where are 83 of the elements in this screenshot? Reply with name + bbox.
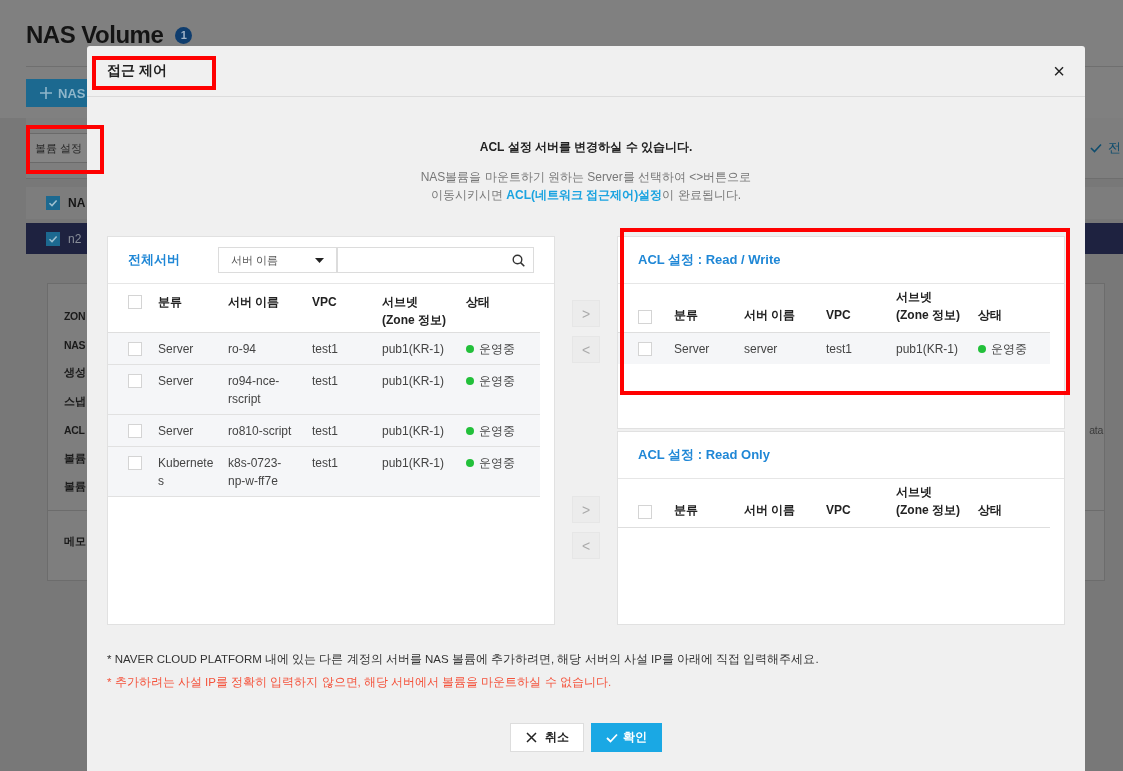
checkbox[interactable] (46, 231, 60, 246)
column-header: 분류 (674, 502, 699, 519)
filter-dropdown[interactable]: 서버 이름 (218, 247, 337, 273)
table-cell: test1 (312, 342, 338, 356)
column-header: 상태 (978, 502, 1003, 519)
toolbar-link[interactable]: 전 (1108, 139, 1121, 157)
column-header: 서브넷 (Zone 정보) (896, 484, 961, 519)
column-header: VPC (826, 307, 852, 324)
confirm-button[interactable]: 확인 (591, 723, 662, 752)
check-icon (48, 198, 58, 208)
note-text: * NAVER CLOUD PLATFORM 내에 있는 다른 계정의 서버를 NAS 볼륨에 추가하려면, 해당 서버의 사설 IP를 아래에 직접 입력해주세요. (107, 653, 819, 665)
table-cell: pub1(KR-1) (382, 456, 445, 470)
panel-title: ACL 설정 : Read Only (638, 446, 770, 464)
table-cell: Kubernetes (158, 456, 214, 488)
note-text: * 추가하려는 사설 IP를 정확히 입력하지 않으면, 해당 서버에서 볼륨을 마운트하실 수 없습니다. (107, 676, 612, 688)
move-button[interactable]: > (572, 300, 600, 327)
table-cell: server (744, 342, 778, 356)
column-header: 서브넷 (Zone 정보) (896, 289, 961, 324)
table-cell: test1 (312, 374, 338, 388)
table-cell: pub1(KR-1) (896, 342, 959, 356)
dialog-heading: ACL 설정 서버를 변경하실 수 있습니다. (479, 140, 693, 154)
status-text: 운영중 (479, 455, 515, 472)
table-cell: Server (158, 342, 194, 356)
table-cell: Server (674, 342, 710, 356)
move-button[interactable]: > (572, 496, 600, 523)
column-header: 상태 (978, 307, 1003, 324)
table-cell: Server (158, 374, 194, 388)
close-icon (525, 732, 537, 743)
count-badge: 1 (175, 26, 193, 44)
detail-label: ACL (64, 424, 85, 437)
column-header: 분류 (158, 294, 183, 311)
page-title: NAS Volume (26, 21, 164, 49)
detail-label: NAS (64, 338, 86, 351)
table-cell: test1 (312, 424, 338, 438)
column-header: VPC (826, 502, 852, 519)
column-header: 서버 이름 (744, 502, 797, 519)
detail-label: 생성 (64, 366, 86, 381)
table-cell: ro94-nce-rscript (228, 374, 280, 406)
caret-icon (314, 257, 324, 263)
table-cell: k8s-0723-np-w-ff7e (228, 456, 282, 488)
search-icon (512, 253, 525, 267)
detail-label: 볼륨 (64, 480, 86, 495)
panel-title: ACL 설정 : Read / Write (638, 251, 781, 269)
table-cell: pub1(KR-1) (382, 342, 445, 356)
table-cell: pub1(KR-1) (382, 374, 445, 388)
table-cell: test1 (312, 456, 338, 470)
panel-title: 전체서버 (128, 251, 180, 269)
close-button[interactable]: × (1049, 61, 1069, 81)
cancel-button[interactable]: 취소 (510, 723, 584, 752)
description-text: NAS볼륨을 마운트하기 원하는 Server를 선택하여 <>버튼으로 (420, 170, 752, 184)
table-cell: n2 (68, 231, 82, 246)
status-text: 운영중 (479, 341, 515, 358)
detail-label: 볼륨 (64, 451, 86, 466)
column-header: 서버 이름 (228, 294, 281, 311)
search-field[interactable] (336, 247, 534, 273)
move-button[interactable]: < (572, 532, 600, 559)
column-header: VPC (312, 294, 338, 311)
plus-icon (40, 87, 52, 99)
table-cell: ro810-script (228, 424, 292, 438)
column-header: 상태 (466, 294, 491, 311)
check-icon (606, 732, 618, 743)
check-icon (1090, 143, 1102, 153)
table-cell: ro-94 (228, 342, 256, 356)
table-cell: test1 (826, 342, 852, 356)
table-cell: pub1(KR-1) (382, 424, 445, 438)
status-text: 운영중 (991, 341, 1027, 358)
dialog-title: 접근 제어 (107, 62, 167, 80)
check-icon (48, 233, 58, 244)
detail-label: ZON (64, 310, 86, 323)
detail-label: 메모 (64, 534, 86, 547)
detail-value: ata (1089, 424, 1104, 437)
description-text: 이동시키시면 ACL(네트워크 접근제어)설정이 완료됩니다. (431, 188, 741, 202)
column-header: NA (68, 196, 86, 210)
column-header: 서브넷 (Zone 정보) (382, 294, 447, 329)
settings-button[interactable]: 볼륨 설정 (29, 133, 89, 163)
column-header: 서버 이름 (744, 307, 797, 324)
checkbox[interactable] (46, 196, 60, 210)
table-cell: Server (158, 424, 194, 438)
move-button[interactable]: < (572, 336, 600, 363)
status-text: 운영중 (479, 373, 515, 390)
column-header: 분류 (674, 307, 699, 324)
detail-label: 스냅 (64, 394, 86, 409)
status-text: 운영중 (479, 423, 515, 440)
